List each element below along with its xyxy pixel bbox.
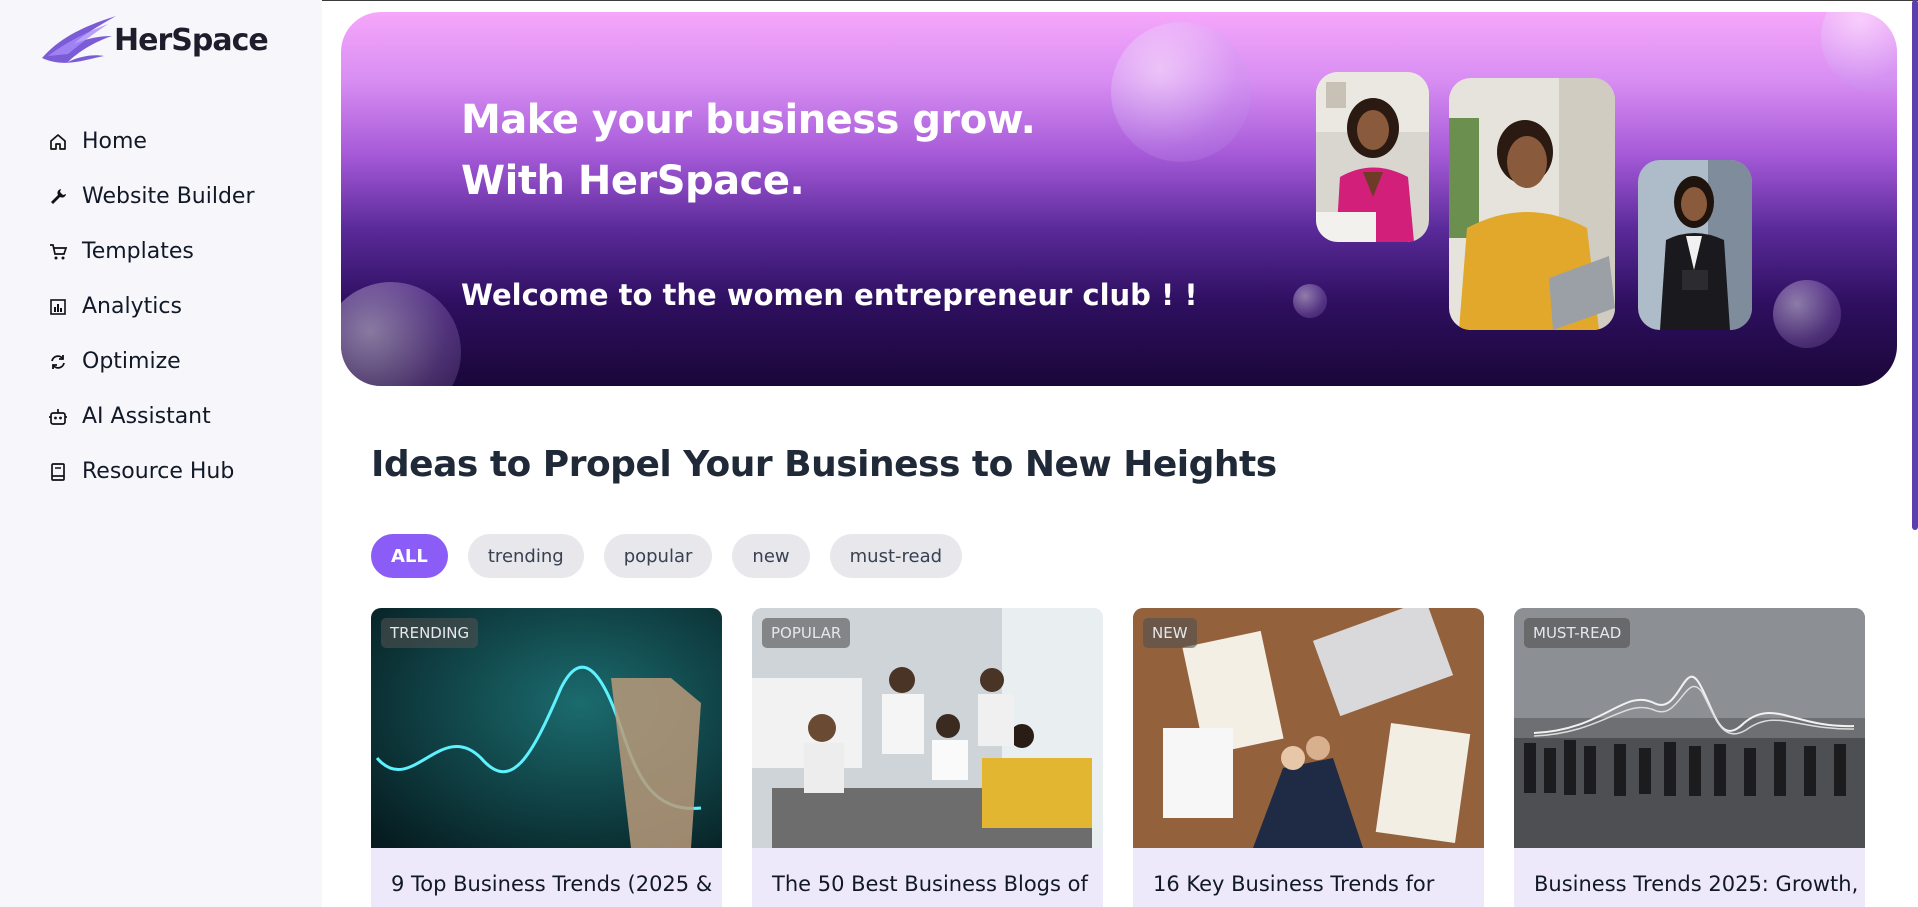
card-title: 16 Key Business Trends for: [1153, 872, 1435, 896]
sidebar-item-ai-assistant[interactable]: AI Assistant: [46, 389, 296, 444]
decorative-bubble: [341, 282, 461, 386]
home-icon: [46, 130, 70, 154]
article-cards: TRENDING 9 Top Business Trends (2025 & P…: [371, 608, 1865, 907]
decorative-bubble: [1293, 284, 1327, 318]
filter-chip-new[interactable]: new: [732, 534, 810, 578]
sidebar-item-home[interactable]: Home: [46, 114, 296, 169]
card-image-team-meeting: POPULAR: [752, 608, 1103, 848]
sidebar-nav: Home Website Builder Templates Analytics: [46, 114, 296, 499]
filter-chip-trending[interactable]: trending: [467, 534, 584, 578]
decorative-bubble: [1821, 12, 1897, 92]
section-title: Ideas to Propel Your Business to New Hei…: [371, 444, 1277, 485]
hero-banner: Make your business grow. With HerSpace. …: [341, 12, 1897, 386]
sidebar-item-label: Website Builder: [82, 184, 255, 209]
sidebar-item-resource-hub[interactable]: Resource Hub: [46, 444, 296, 499]
article-card[interactable]: POPULAR The 50 Best Business Blogs of: [752, 608, 1103, 907]
filter-chips: ALL trending popular new must-read: [371, 534, 963, 578]
hero-title-line-2: With HerSpace.: [461, 158, 805, 204]
sidebar-item-analytics[interactable]: Analytics: [46, 279, 296, 334]
filter-chip-popular[interactable]: popular: [603, 534, 713, 578]
wrench-icon: [46, 185, 70, 209]
sidebar-item-label: AI Assistant: [82, 404, 211, 429]
card-title: 9 Top Business Trends (2025 &: [391, 872, 713, 896]
sidebar-item-label: Resource Hub: [82, 459, 235, 484]
sidebar-item-optimize[interactable]: Optimize: [46, 334, 296, 389]
hero-subtitle: Welcome to the women entrepreneur club !…: [461, 278, 1198, 312]
article-card[interactable]: NEW 16 Key Business Trends for: [1133, 608, 1484, 907]
card-image-trend-graph: TRENDING: [371, 608, 722, 848]
app-root: HerSpace Home Website Builder Templates: [0, 0, 1918, 907]
filter-chip-all[interactable]: ALL: [371, 534, 448, 578]
sidebar-item-label: Home: [82, 129, 147, 154]
logo-swoosh-icon: [42, 16, 116, 63]
filter-chip-must-read[interactable]: must-read: [829, 534, 963, 578]
top-divider: [322, 0, 1918, 1]
hero-title: Make your business grow. With HerSpace.: [461, 90, 1036, 212]
hero-photo-woman-suit: [1638, 160, 1752, 330]
main-content: Make your business grow. With HerSpace. …: [322, 0, 1918, 907]
sidebar-item-website-builder[interactable]: Website Builder: [46, 169, 296, 224]
logo[interactable]: HerSpace: [38, 10, 269, 70]
sidebar-item-templates[interactable]: Templates: [46, 224, 296, 279]
card-title: Business Trends 2025: Growth,: [1534, 872, 1859, 896]
card-title: The 50 Best Business Blogs of: [772, 872, 1088, 896]
sidebar: HerSpace Home Website Builder Templates: [0, 0, 322, 907]
robot-icon: [46, 405, 70, 429]
article-card[interactable]: MUST-READ Business Trends 2025: Growth,: [1514, 608, 1865, 907]
sidebar-item-label: Analytics: [82, 294, 182, 319]
bar-chart-icon: [46, 295, 70, 319]
cart-icon: [46, 240, 70, 264]
article-card[interactable]: TRENDING 9 Top Business Trends (2025 &: [371, 608, 722, 907]
card-badge: NEW: [1143, 618, 1197, 648]
hero-photo-woman-yellow: [1449, 78, 1615, 330]
card-image-crowd-graph: MUST-READ: [1514, 608, 1865, 848]
sidebar-item-label: Templates: [82, 239, 194, 264]
sidebar-item-label: Optimize: [82, 349, 181, 374]
scrollbar[interactable]: [1912, 0, 1918, 530]
hero-title-line-1: Make your business grow.: [461, 97, 1036, 143]
hero-photo-woman-pink: [1316, 72, 1429, 242]
card-badge: MUST-READ: [1524, 618, 1631, 648]
card-badge: POPULAR: [762, 618, 851, 648]
brand-name: HerSpace: [114, 22, 269, 58]
refresh-icon: [46, 350, 70, 374]
card-badge: TRENDING: [381, 618, 479, 648]
book-icon: [46, 460, 70, 484]
decorative-bubble: [1773, 280, 1841, 348]
decorative-bubble: [1111, 22, 1251, 162]
card-image-handshake-desk: NEW: [1133, 608, 1484, 848]
